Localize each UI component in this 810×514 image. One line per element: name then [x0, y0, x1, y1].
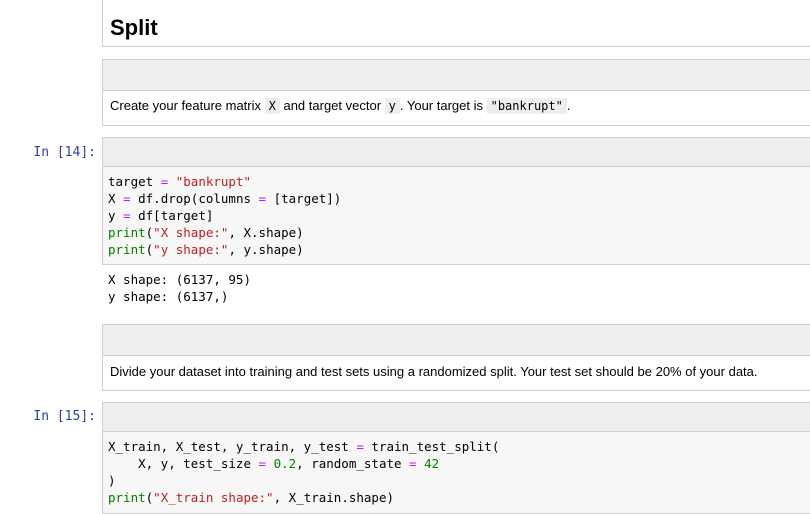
text-fragment: .	[566, 98, 571, 113]
code-editor[interactable]: X_train, X_test, y_train, y_test = train…	[108, 438, 499, 506]
code-cell[interactable]: target = "bankrupt" X = df.drop(columns …	[102, 137, 810, 265]
cell-toolbar	[103, 60, 810, 91]
heading-cell[interactable]: Split	[102, 0, 810, 47]
code-line: print("y shape:", y.shape)	[108, 242, 304, 257]
markdown-cell[interactable]: Create your feature matrix X and target …	[102, 59, 810, 126]
cell-toolbar	[103, 138, 810, 167]
code-line: X = df.drop(columns = [target])	[108, 191, 342, 206]
cell-output: X shape: (6137, 95) y shape: (6137,)	[108, 271, 251, 305]
text-fragment: and target vector	[279, 98, 385, 113]
input-prompt: In [15]:	[33, 409, 96, 424]
code-line: print("X_train shape:", X_train.shape)	[108, 490, 395, 505]
cell-toolbar	[103, 325, 810, 356]
code-line: X, y, test_size = 0.2, random_state = 42	[108, 456, 440, 471]
text-fragment: . Your target is	[399, 98, 487, 113]
code-line: y = df[target]	[108, 208, 214, 223]
inline-code: X	[264, 98, 280, 114]
code-line: print("X shape:", X.shape)	[108, 225, 304, 240]
markdown-cell[interactable]: Divide your dataset into training and te…	[102, 324, 810, 391]
inline-code: y	[384, 98, 400, 114]
cell-toolbar	[103, 403, 810, 432]
code-line: X_train, X_test, y_train, y_test = train…	[108, 439, 500, 454]
output-line: y shape: (6137,)	[108, 289, 229, 304]
code-cell[interactable]: X_train, X_test, y_train, y_test = train…	[102, 402, 810, 514]
code-line: )	[108, 473, 116, 488]
code-line: target = "bankrupt"	[108, 174, 252, 189]
markdown-text: Divide your dataset into training and te…	[110, 364, 758, 379]
input-prompt: In [14]:	[33, 145, 96, 160]
section-heading: Split	[110, 15, 158, 40]
output-line: X shape: (6137, 95)	[108, 272, 251, 287]
code-editor[interactable]: target = "bankrupt" X = df.drop(columns …	[108, 173, 341, 258]
inline-code: "bankrupt"	[486, 98, 567, 114]
text-fragment: Create your feature matrix	[110, 98, 265, 113]
markdown-text: Create your feature matrix X and target …	[110, 98, 571, 114]
